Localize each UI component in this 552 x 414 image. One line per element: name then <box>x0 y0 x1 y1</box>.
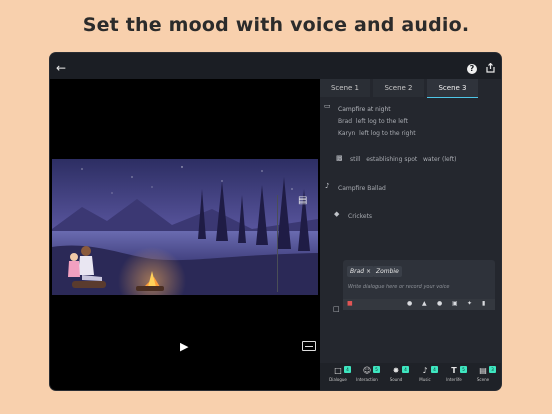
scene-tabs: Scene 1 Scene 2 Scene 3 <box>320 79 501 98</box>
dialogue-row-icon: □ <box>333 305 340 313</box>
script-panel: Scene 1 Scene 2 Scene 3 ▭ Campfire at ni… <box>320 79 501 390</box>
video-icon[interactable]: ▮ <box>482 300 485 307</box>
tool-interaction[interactable]: ☺ Interaction 5 <box>353 366 381 390</box>
script-timeline <box>277 195 278 292</box>
play-icon[interactable]: ▶ <box>180 340 188 353</box>
share-icon[interactable] <box>486 62 495 75</box>
help-icon[interactable]: ? <box>467 64 477 74</box>
sound-track[interactable]: Crickets <box>348 213 372 220</box>
scene-preview-image <box>52 159 318 295</box>
tool-count-badge: 4 <box>431 366 438 373</box>
location-icon: ▭ <box>324 102 331 110</box>
tool-label: Sound <box>389 377 403 382</box>
preview-pane: ▤ ▶ <box>50 79 320 390</box>
tab-scene-3[interactable]: Scene 3 <box>427 79 478 98</box>
location-title[interactable]: Campfire at night <box>338 106 391 113</box>
character-position: left log to the right <box>359 130 416 137</box>
delete-icon[interactable]: ■ <box>347 300 353 307</box>
sound-effect-icon: ◆ <box>334 210 340 218</box>
top-bar: ← ? <box>50 53 501 79</box>
tab-scene-2[interactable]: Scene 2 <box>373 79 424 97</box>
character-row-karyn[interactable]: Karyn left log to the right <box>338 130 416 137</box>
tool-count-badge: 5 <box>373 366 380 373</box>
character-icon[interactable]: ● <box>437 300 442 307</box>
camera-switch-icon[interactable]: ▤ <box>298 195 307 206</box>
tab-scene-1[interactable]: Scene 1 <box>320 79 370 97</box>
tool-label: Interlife <box>446 377 462 382</box>
speaker-name: Brad <box>350 268 365 275</box>
dialogue-input[interactable]: Write dialogue here or record your voice <box>348 284 450 290</box>
dialogue-toolbar: ■ ● ▲ ● ▣ ✦ ▮ <box>343 299 495 310</box>
dialogue-card: Brad × Zombie Write dialogue here or rec… <box>343 260 495 310</box>
marketing-headline: Set the mood with voice and audio. <box>82 14 470 36</box>
tool-label: Dialogue <box>329 377 347 382</box>
camera-icon: ▩ <box>336 154 343 162</box>
voice-chip[interactable]: Zombie <box>373 266 402 277</box>
remove-speaker-icon[interactable]: × <box>366 268 371 275</box>
camera-shot: establishing spot <box>366 156 418 163</box>
tool-scene[interactable]: ▤ Scene 3 <box>469 366 497 390</box>
tool-count-badge: 3 <box>489 366 496 373</box>
tool-dialogue[interactable]: □ Dialogue 4 <box>324 366 352 390</box>
tool-sound[interactable]: ✸ Sound 4 <box>382 366 410 390</box>
tool-label: Scene <box>476 377 490 382</box>
camera-row[interactable]: still establishing spot water (left) <box>350 156 456 163</box>
character-row-brad[interactable]: Brad left log to the left <box>338 118 408 125</box>
tool-label: Interaction <box>356 377 378 382</box>
tool-count-badge: 4 <box>344 366 351 373</box>
character-position: left log to the left <box>355 118 408 125</box>
character-name: Karyn <box>338 130 356 137</box>
tool-count-badge: 5 <box>460 366 467 373</box>
app-window: ← ? ▤ ▶ Scene 1 Scene 2 Scene 3 ▭ Campfi… <box>50 53 501 390</box>
camera-motion: still <box>350 156 361 163</box>
music-track[interactable]: Campfire Ballad <box>338 185 386 192</box>
microphone-icon[interactable]: ● <box>407 300 412 307</box>
tool-count-badge: 4 <box>402 366 409 373</box>
equalizer-icon[interactable]: ▲ <box>422 300 427 307</box>
expression-icon[interactable]: ▣ <box>452 300 458 307</box>
music-note-icon: ♪ <box>325 182 330 190</box>
camera-target: water (left) <box>423 156 457 163</box>
bottom-toolbar: □ Dialogue 4 ☺ Interaction 5 ✸ Sound 4 ♪… <box>320 363 501 390</box>
speaker-chip[interactable]: Brad × <box>347 266 375 277</box>
character-name: Brad <box>338 118 353 125</box>
tool-label: Music <box>419 377 431 382</box>
tool-music[interactable]: ♪ Music 4 <box>411 366 439 390</box>
effects-icon[interactable]: ✦ <box>467 300 472 307</box>
tool-interlife[interactable]: T Interlife 5 <box>440 366 468 390</box>
arrow-left-icon[interactable]: ← <box>56 62 66 74</box>
subtitles-icon[interactable] <box>302 341 316 351</box>
